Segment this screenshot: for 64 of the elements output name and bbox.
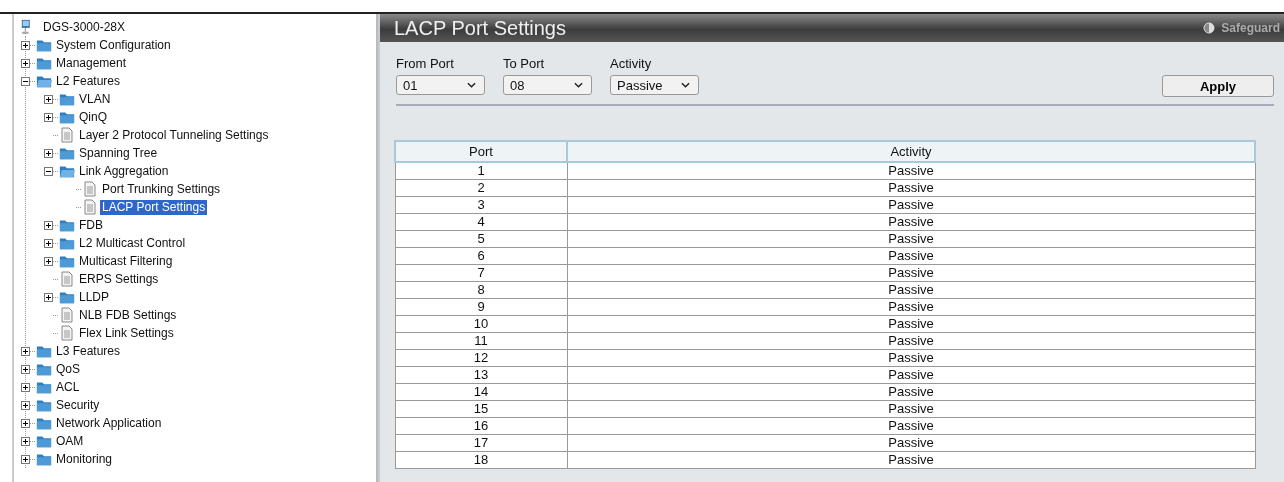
tree-item[interactable]: QoS bbox=[54, 361, 82, 377]
document-icon bbox=[59, 325, 75, 341]
expand-toggle[interactable] bbox=[44, 112, 53, 122]
expand-toggle[interactable] bbox=[21, 40, 30, 50]
tree-item[interactable]: QinQ bbox=[77, 109, 109, 125]
tree-item[interactable]: Flex Link Settings bbox=[77, 325, 176, 341]
caret-icon bbox=[467, 82, 476, 88]
tree-item[interactable]: Security bbox=[54, 397, 102, 413]
page-title: LACP Port Settings bbox=[394, 16, 566, 40]
tree-item[interactable]: Network Application bbox=[54, 415, 164, 431]
expand-toggle[interactable] bbox=[21, 454, 30, 464]
tree-item[interactable]: FDB bbox=[77, 217, 105, 233]
tree-item[interactable]: System Configuration bbox=[54, 37, 173, 53]
tree-item[interactable]: VLAN bbox=[77, 91, 113, 107]
tree-item[interactable]: Spanning Tree bbox=[77, 145, 160, 161]
tree-item[interactable]: Layer 2 Protocol Tunneling Settings bbox=[77, 127, 271, 143]
expand-toggle[interactable] bbox=[21, 58, 30, 68]
expand-toggle[interactable] bbox=[44, 220, 53, 230]
expand-toggle[interactable] bbox=[44, 256, 53, 266]
tree-item[interactable]: ACL bbox=[54, 379, 82, 395]
expand-toggle[interactable] bbox=[44, 148, 53, 158]
collapse-toggle[interactable] bbox=[21, 76, 30, 86]
field-label: To Port bbox=[503, 56, 546, 71]
tree-item[interactable]: L2 Multicast Control bbox=[77, 235, 188, 251]
document-icon bbox=[59, 127, 75, 143]
expand-toggle[interactable] bbox=[21, 364, 30, 374]
tree-item[interactable]: NLB FDB Settings bbox=[77, 307, 179, 323]
expand-toggle[interactable] bbox=[21, 346, 30, 356]
tree-item[interactable]: L3 Features bbox=[54, 343, 123, 359]
tree-item[interactable]: Management bbox=[54, 55, 129, 71]
tree-item[interactable]: OAM bbox=[54, 433, 86, 449]
tree-item[interactable]: LLDP bbox=[77, 289, 112, 305]
document-icon bbox=[59, 307, 75, 323]
dropdown[interactable]: 01 bbox=[396, 75, 485, 95]
tree-item[interactable]: Monitoring bbox=[54, 451, 115, 467]
field-label: From Port bbox=[396, 56, 455, 71]
column-header: Port bbox=[395, 141, 567, 162]
dropdown[interactable]: Passive bbox=[610, 75, 699, 95]
document-icon bbox=[59, 271, 75, 287]
tree-item[interactable]: Multicast Filtering bbox=[77, 253, 175, 269]
tree-item[interactable]: LACP Port Settings bbox=[100, 199, 208, 215]
expand-toggle[interactable] bbox=[21, 400, 30, 410]
document-icon bbox=[82, 199, 98, 215]
document-icon bbox=[82, 181, 98, 197]
indicator-icon bbox=[1203, 22, 1216, 34]
dropdown[interactable]: 08 bbox=[503, 75, 592, 95]
expand-toggle[interactable] bbox=[21, 418, 30, 428]
tree-item[interactable]: Port Trunking Settings bbox=[100, 181, 223, 197]
apply-button[interactable]: Apply bbox=[1162, 75, 1274, 97]
expand-toggle[interactable] bbox=[21, 436, 30, 446]
expand-toggle[interactable] bbox=[21, 382, 30, 392]
expand-toggle[interactable] bbox=[44, 238, 53, 248]
caret-icon bbox=[681, 82, 690, 88]
tree-item[interactable]: ERPS Settings bbox=[77, 271, 161, 287]
safeguard-label: Safeguard bbox=[1221, 21, 1280, 35]
tree-root[interactable]: DGS-3000-28X bbox=[41, 19, 128, 35]
collapse-toggle[interactable] bbox=[44, 166, 53, 176]
tree-item[interactable]: L2 Features bbox=[54, 73, 123, 89]
expand-toggle[interactable] bbox=[44, 292, 53, 302]
column-header: Activity bbox=[567, 141, 1255, 162]
expand-toggle[interactable] bbox=[44, 94, 53, 104]
caret-icon bbox=[574, 82, 583, 88]
tree-item[interactable]: Link Aggregation bbox=[77, 163, 171, 179]
field-label: Activity bbox=[610, 56, 653, 71]
